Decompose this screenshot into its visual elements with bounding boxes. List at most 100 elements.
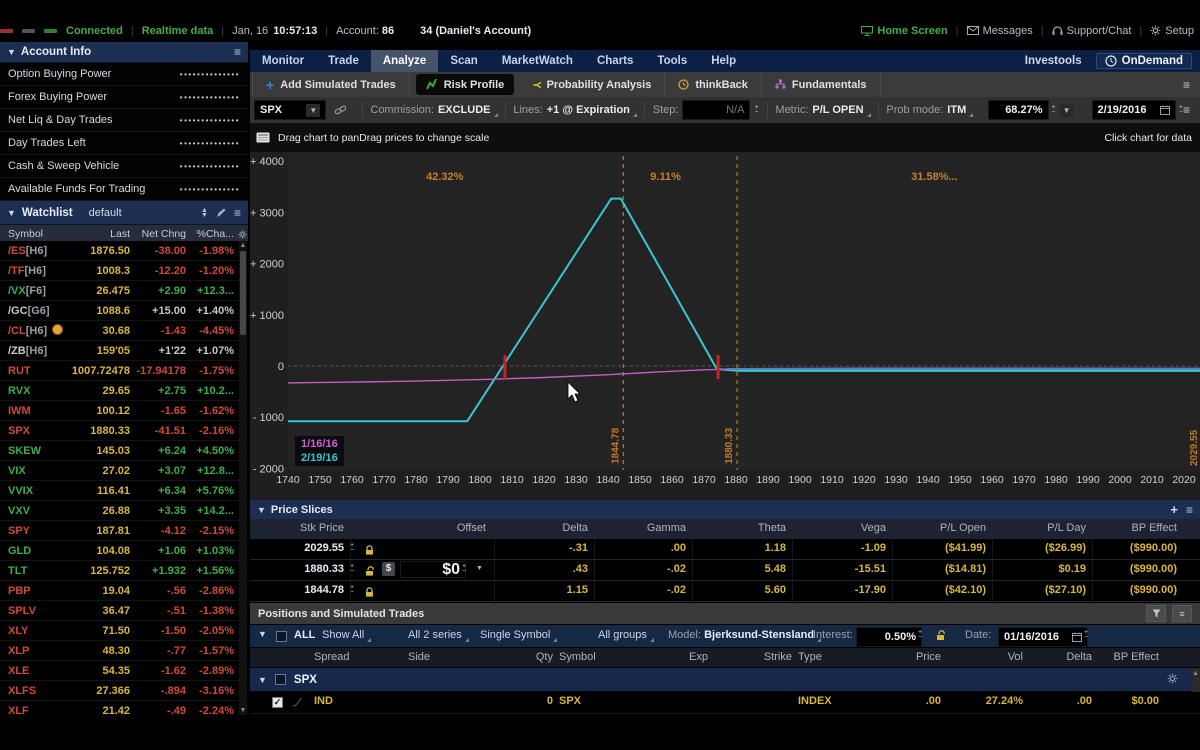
watchlist-row[interactable]: PBP19.04-.56-2.86% [0,581,248,601]
chevron-down-icon[interactable]: ▼ [7,208,16,218]
watchlist-row[interactable]: TLT125.752+1.932+1.56% [0,561,248,581]
watchlist-row[interactable]: XLF21.42-.49-2.24% [0,701,248,715]
column-header-strike[interactable]: Strike [764,651,792,663]
column-header-bp-effect[interactable]: BP Effect [1114,651,1159,663]
filter-single-symbol[interactable]: Single Symbol [480,629,550,641]
menu-icon[interactable]: ≡ [1183,105,1190,115]
watchlist-row[interactable]: RUT1007.72478-17.94178-1.75% [0,361,248,381]
column-header-type[interactable]: Type [798,651,822,663]
watchlist-row[interactable]: XLFS27.366-.894-3.16% [0,681,248,701]
tab-help[interactable]: Help [699,50,748,72]
menu-icon[interactable]: ≡ [1183,80,1190,90]
commission-setting[interactable]: Commission: EXCLUDE [370,104,490,116]
interest-input[interactable]: 0.50% [856,627,922,647]
price-slice-row[interactable]: 1844.78+−1.15-.025.60-17.90($42.10)($27.… [250,581,1200,602]
tab-scan[interactable]: Scan [438,50,490,72]
investools-link[interactable]: Investools [1025,55,1082,67]
window-control-green[interactable] [44,29,57,33]
positions-detail-row[interactable]: ✓ IND0SPXINDEX.0027.24%.00$0.00 [250,692,1200,714]
watchlist-row[interactable]: GLD104.08+1.06+1.03% [0,541,248,561]
col-net-chng[interactable]: Net Chng [142,228,186,240]
chart-data-icon[interactable] [256,132,270,143]
column-header-bp-effect[interactable]: BP Effect [1132,522,1177,534]
watchlist-row[interactable]: /GC[G6]1088.6+15.00+1.40% [0,301,248,321]
lock-icon[interactable] [364,585,375,603]
column-header-exp[interactable]: Exp [689,651,708,663]
link-icon[interactable] [334,105,345,115]
thinkback-button[interactable]: thinkBack [665,72,762,97]
step-stepper[interactable]: +− [754,105,758,115]
price-slice-row[interactable]: 1880.33+−$$0+−▼.43-.025.48-15.51($14.81)… [250,560,1200,581]
chevron-down-icon[interactable]: ▼ [258,675,267,685]
tab-charts[interactable]: Charts [585,50,645,72]
interest-stepper[interactable]: +− [918,630,922,640]
column-header-vol[interactable]: Vol [1008,651,1023,663]
lock-icon[interactable] [364,543,375,561]
column-header-delta[interactable]: Delta [562,522,588,534]
watchlist-row[interactable]: SPX1880.33-41.51-2.16% [0,421,248,441]
watchlist-row[interactable]: IWM100.12-1.65-1.62% [0,401,248,421]
tab-monitor[interactable]: Monitor [250,50,316,72]
messages-button[interactable]: Messages [967,25,1033,37]
probability-input[interactable]: 68.27% [988,100,1048,120]
positions-column-headers[interactable]: SpreadSideQtySymbolExpStrikeTypePriceVol… [250,648,1200,667]
watchlist-row[interactable]: /TF[H6]1008.3-12.20-1.20% [0,261,248,281]
watchlist-row[interactable]: VVIX116.41+6.34+5.76% [0,481,248,501]
col-last[interactable]: Last [110,228,130,240]
watchlist-name-select[interactable]: default [89,207,122,219]
positions-group-row[interactable]: ▼ SPX [250,668,1200,691]
column-header-spread[interactable]: Spread [314,651,349,663]
metric-setting[interactable]: Metric: P/L OPEN [775,104,863,116]
chevron-down-icon[interactable]: ▼ [258,629,267,639]
account-info-row[interactable]: Option Buying Power•••••••••••••• [0,63,248,86]
watchlist-row[interactable]: XLY71.50-1.50-2.05% [0,621,248,641]
filter-show-all[interactable]: Show All [322,629,364,641]
tab-tools[interactable]: Tools [645,50,699,72]
risk-profile-button[interactable]: Risk Profile [416,74,515,95]
watchlist-row[interactable]: /ZB[H6]159'05+1'22+1.07% [0,341,248,361]
window-control-gray[interactable] [22,29,35,33]
price-slices-header[interactable]: ▼ Price Slices + ≡ [250,500,1200,519]
positions-date-input[interactable]: 01/16/2016 [998,627,1088,647]
ondemand-button[interactable]: OnDemand [1096,53,1192,69]
tab-marketwatch[interactable]: MarketWatch [490,50,585,72]
add-slice-icon[interactable]: + [1170,502,1178,517]
menu-icon[interactable]: ≡ [1186,505,1193,515]
column-header-symbol[interactable]: Symbol [559,651,596,663]
price-slice-row[interactable]: 2029.55+−-.31.001.18-1.09($41.99)($26.99… [250,539,1200,560]
account-info-row[interactable]: Cash & Sweep Vehicle•••••••••••••• [0,155,248,178]
menu-button[interactable]: ≡ [1172,605,1192,622]
watchlist-row[interactable]: SKEW145.03+6.24+4.50% [0,441,248,461]
select-all-checkbox[interactable] [276,631,287,642]
unlock-icon[interactable] [935,630,948,642]
column-header-stk-price[interactable]: Stk Price [300,522,344,534]
scroll-up-icon[interactable]: ▲ [239,242,247,249]
filter-groups[interactable]: All groups [598,629,647,641]
account-info-row[interactable]: Day Trades Left•••••••••••••• [0,132,248,155]
positions-header[interactable]: Positions and Simulated Trades ≡ [250,603,1200,624]
lines-setting[interactable]: Lines: +1 @ Expiration [513,104,630,116]
watchlist-stepper[interactable]: ▲▼ [201,208,208,218]
column-header-gamma[interactable]: Gamma [647,522,686,534]
column-header-delta[interactable]: Delta [1066,651,1092,663]
step-setting[interactable]: Step: N/A +− [653,100,759,120]
setup-button[interactable]: Setup [1150,25,1194,37]
chevron-down-icon[interactable]: ▼ [7,47,16,57]
account-info-row[interactable]: Available Funds For Trading•••••••••••••… [0,178,248,201]
add-simulated-trades-button[interactable]: + Add Simulated Trades [252,72,410,97]
account-selector[interactable]: 34 (Daniel's Account) [420,25,531,37]
probability-analysis-button[interactable]: Y Probability Analysis [520,72,665,97]
scroll-up-icon[interactable]: ▲ [1191,670,1200,677]
unlock-icon[interactable] [364,564,377,582]
probability-stepper[interactable]: +− [1052,105,1056,115]
symbol-input[interactable]: SPX▼ [254,100,326,120]
positions-date-stepper[interactable]: +− [1084,630,1088,640]
support-chat-button[interactable]: Support/Chat [1052,25,1132,37]
column-header-price[interactable]: Price [916,651,941,663]
column-header-theta[interactable]: Theta [758,522,786,534]
window-control-red[interactable] [0,29,13,33]
filter-button[interactable] [1146,605,1166,622]
watchlist-scrollbar[interactable]: ▲ ▼ [239,241,247,715]
row-checkbox[interactable]: ✓ [272,697,283,708]
gear-icon[interactable] [238,230,247,239]
